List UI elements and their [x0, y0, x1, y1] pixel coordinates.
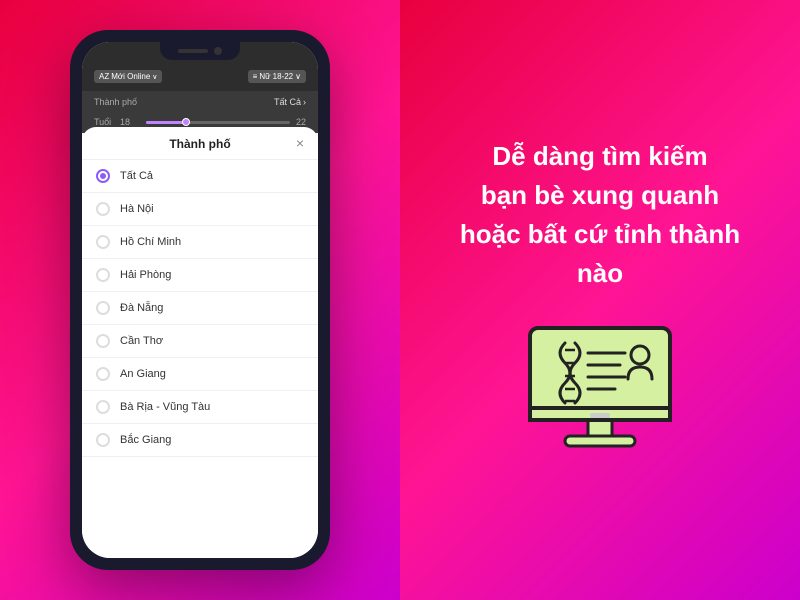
age-slider-track[interactable]	[146, 121, 290, 124]
online-badge[interactable]: AZ Mới Online ∨	[94, 70, 162, 83]
age-min: 18	[120, 117, 140, 127]
city-name-text: Đà Nẵng	[120, 302, 163, 314]
az-label: AZ	[99, 72, 109, 81]
chevron-icon: ∨	[152, 73, 157, 81]
radio-button[interactable]	[96, 301, 110, 315]
modal-title: Thành phố	[169, 137, 230, 151]
filter-icon: ≡	[253, 72, 258, 81]
city-list-item[interactable]: Bà Rịa - Vũng Tàu	[82, 391, 318, 424]
city-name-text: Bà Rịa - Vũng Tàu	[120, 401, 210, 413]
notch-camera	[214, 47, 222, 55]
city-list-item[interactable]: Đà Nẵng	[82, 292, 318, 325]
age-max: 22	[296, 117, 306, 127]
radio-button[interactable]	[96, 235, 110, 249]
age-label: Tuổi	[94, 117, 114, 127]
radio-button[interactable]	[96, 400, 110, 414]
left-panel: AZ Mới Online ∨ ≡ Nữ 18-22 ∨ Thành phố T…	[0, 0, 400, 600]
city-name-text: Hà Nội	[120, 203, 154, 215]
radio-button[interactable]	[96, 202, 110, 216]
city-list-item[interactable]: Hải Phòng	[82, 259, 318, 292]
city-modal: Thành phố × Tất Cả Hà Nội Hồ Chí Minh Hải P…	[82, 127, 318, 558]
city-filter-label: Thành phố	[94, 97, 137, 107]
city-list-item[interactable]: An Giang	[82, 358, 318, 391]
phone-notch	[160, 42, 240, 60]
city-list-item[interactable]: Tất Cả	[82, 160, 318, 193]
phone-frame: AZ Mới Online ∨ ≡ Nữ 18-22 ∨ Thành phố T…	[70, 30, 330, 570]
city-name-text: Hồ Chí Minh	[120, 236, 181, 248]
radio-button[interactable]	[96, 433, 110, 447]
right-heading: Dễ dàng tìm kiếm bạn bè xung quanh hoặc …	[440, 137, 760, 293]
city-list-item[interactable]: Cần Thơ	[82, 325, 318, 358]
city-name-text: An Giang	[120, 368, 166, 380]
heading-line-2: bạn bè xung quanh	[440, 176, 760, 215]
radio-button[interactable]	[96, 367, 110, 381]
heading-line-3: hoặc bất cứ tỉnh thành nào	[440, 215, 760, 293]
city-name-text: Tất Cả	[120, 170, 153, 182]
radio-button[interactable]	[96, 268, 110, 282]
city-name-text: Hải Phòng	[120, 269, 171, 281]
city-filter-value: Tất Cả ›	[274, 97, 306, 107]
city-name-text: Bắc Giang	[120, 434, 171, 446]
online-label: Mới Online	[111, 72, 150, 81]
gender-label: Nữ 18-22	[259, 72, 293, 81]
gender-filter-badge[interactable]: ≡ Nữ 18-22 ∨	[248, 70, 306, 83]
slider-thumb[interactable]	[182, 118, 190, 126]
city-list: Tất Cả Hà Nội Hồ Chí Minh Hải Phòng Đà Nẵng C…	[82, 160, 318, 555]
city-list-item[interactable]: Bắc Giang	[82, 424, 318, 457]
modal-header: Thành phố ×	[82, 127, 318, 160]
monitor-illustration	[520, 323, 680, 463]
radio-inner	[100, 173, 106, 179]
phone-screen: AZ Mới Online ∨ ≡ Nữ 18-22 ∨ Thành phố T…	[82, 42, 318, 558]
modal-close-button[interactable]: ×	[296, 135, 304, 151]
city-value-text: Tất Cả	[274, 97, 301, 107]
city-filter-row[interactable]: Thành phố Tất Cả ›	[82, 91, 318, 113]
radio-button[interactable]	[96, 334, 110, 348]
chevron-right-icon: ›	[303, 97, 306, 107]
city-name-text: Cần Thơ	[120, 335, 163, 347]
city-list-item[interactable]: Hà Nội	[82, 193, 318, 226]
right-panel: Dễ dàng tìm kiếm bạn bè xung quanh hoặc …	[400, 0, 800, 600]
notch-speaker	[178, 49, 208, 53]
heading-line-1: Dễ dàng tìm kiếm	[440, 137, 760, 176]
city-list-item[interactable]: Hồ Chí Minh	[82, 226, 318, 259]
radio-button[interactable]	[96, 169, 110, 183]
chevron-icon-2: ∨	[295, 72, 301, 81]
